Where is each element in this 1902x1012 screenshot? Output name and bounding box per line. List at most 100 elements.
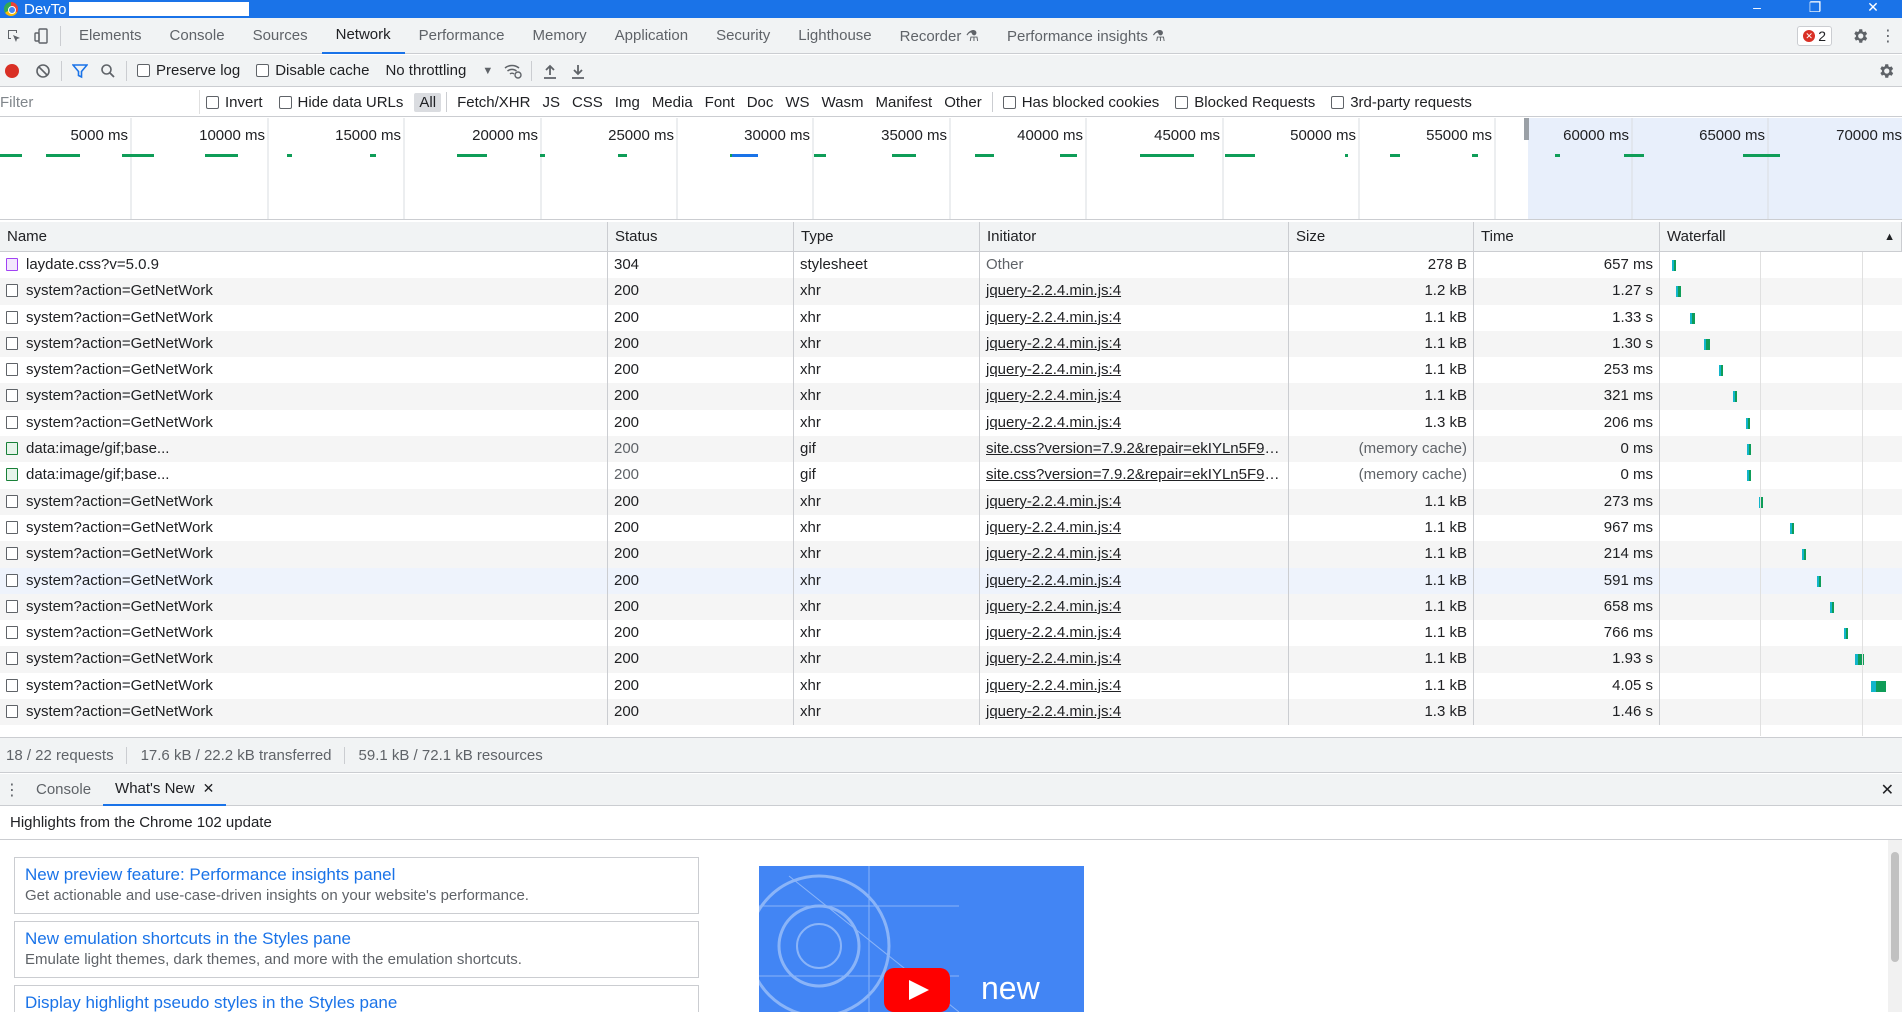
cell-name[interactable]: system?action=GetNetWork bbox=[0, 330, 608, 358]
record-button[interactable] bbox=[5, 63, 19, 78]
filter-type-other[interactable]: Other bbox=[939, 93, 987, 112]
column-header-type[interactable]: Type bbox=[794, 222, 980, 252]
cell-initiator[interactable]: jquery-2.2.4.min.js:4 bbox=[980, 620, 1289, 647]
column-header-initiator[interactable]: Initiator bbox=[980, 222, 1289, 252]
tab-elements[interactable]: Elements bbox=[65, 18, 156, 54]
network-overview[interactable]: 5000 ms 10000 ms 15000 ms 20000 ms 25000 ms 3… bbox=[0, 118, 1902, 220]
cell-waterfall[interactable] bbox=[1660, 462, 1902, 488]
filter-type-manifest[interactable]: Manifest bbox=[871, 93, 938, 112]
checkbox-box[interactable] bbox=[206, 95, 219, 109]
tab-console[interactable]: Console bbox=[156, 18, 239, 54]
filter-type-img[interactable]: Img bbox=[610, 93, 645, 112]
cell-waterfall[interactable] bbox=[1660, 646, 1902, 672]
minimize-button[interactable]: – bbox=[1728, 0, 1786, 18]
error-badge[interactable]: ✕ 2 bbox=[1797, 26, 1832, 46]
drawer-menu-icon[interactable]: ⋮ bbox=[0, 772, 24, 808]
table-row[interactable]: system?action=GetNetWork 200 xhr jquery-2.2… bbox=[0, 514, 1902, 542]
cell-waterfall[interactable] bbox=[1660, 699, 1902, 725]
cell-waterfall[interactable] bbox=[1660, 620, 1902, 646]
table-row[interactable]: system?action=GetNetWork 200 xhr jquery-2.2… bbox=[0, 330, 1902, 358]
waterfall-bar[interactable] bbox=[1802, 549, 1807, 561]
network-settings-gear-icon[interactable] bbox=[1872, 57, 1900, 85]
table-row[interactable]: system?action=GetNetWork 200 xhr jquery-2.2… bbox=[0, 646, 1902, 673]
import-har-icon[interactable] bbox=[536, 57, 564, 85]
waterfall-bar[interactable] bbox=[1746, 444, 1751, 456]
cell-initiator[interactable]: jquery-2.2.4.min.js:4 bbox=[980, 541, 1289, 568]
waterfall-bar[interactable] bbox=[1789, 522, 1794, 534]
tab-application[interactable]: Application bbox=[601, 18, 702, 54]
table-row[interactable]: system?action=GetNetWork 200 xhr jquery-2.2… bbox=[0, 278, 1902, 305]
table-row[interactable]: system?action=GetNetWork 200 xhr jquery-2.2… bbox=[0, 567, 1902, 594]
checkbox-box[interactable] bbox=[1331, 95, 1345, 109]
feature-card[interactable]: New emulation shortcuts in the Styles pa… bbox=[14, 921, 699, 978]
table-row[interactable]: system?action=GetNetWork 200 xhr jquery-2.2… bbox=[0, 593, 1902, 621]
close-window-button[interactable]: ✕ bbox=[1844, 0, 1902, 18]
waterfall-bar[interactable] bbox=[1844, 628, 1849, 640]
cell-name[interactable]: system?action=GetNetWork bbox=[0, 304, 608, 331]
cell-waterfall[interactable] bbox=[1660, 515, 1902, 541]
filter-icon[interactable] bbox=[66, 57, 94, 85]
checkbox-box[interactable] bbox=[278, 95, 292, 109]
cell-initiator[interactable]: jquery-2.2.4.min.js:4 bbox=[980, 488, 1289, 515]
filter-type-fetch-xhr[interactable]: Fetch/XHR bbox=[452, 93, 535, 112]
filter-type-media[interactable]: Media bbox=[647, 93, 698, 112]
cell-waterfall[interactable] bbox=[1660, 541, 1902, 567]
close-tab-icon[interactable]: ✕ bbox=[203, 780, 215, 797]
cell-name[interactable]: system?action=GetNetWork bbox=[0, 488, 608, 515]
cell-initiator[interactable]: jquery-2.2.4.min.js:4 bbox=[980, 514, 1289, 542]
feature-title[interactable]: New emulation shortcuts in the Styles pa… bbox=[25, 928, 688, 950]
waterfall-bar[interactable] bbox=[1689, 312, 1696, 324]
tab-performance[interactable]: Performance bbox=[405, 18, 519, 54]
device-toolbar-icon[interactable] bbox=[28, 18, 56, 54]
waterfall-bar[interactable] bbox=[1816, 575, 1821, 587]
cell-name[interactable]: system?action=GetNetWork bbox=[0, 514, 608, 542]
tab-memory[interactable]: Memory bbox=[519, 18, 601, 54]
waterfall-bar[interactable] bbox=[1676, 286, 1681, 298]
hide-data-urls-checkbox[interactable]: Hide data URLs bbox=[278, 94, 403, 111]
cell-name[interactable]: system?action=GetNetWork bbox=[0, 646, 608, 673]
cell-initiator[interactable]: jquery-2.2.4.min.js:4 bbox=[980, 383, 1289, 410]
checkbox-box[interactable] bbox=[1002, 95, 1016, 109]
cell-name[interactable]: system?action=GetNetWork bbox=[0, 567, 608, 594]
cell-initiator[interactable]: jquery-2.2.4.min.js:4 bbox=[980, 330, 1289, 358]
table-row[interactable]: system?action=GetNetWork 200 xhr jquery-2.2… bbox=[0, 304, 1902, 331]
cell-waterfall[interactable] bbox=[1660, 568, 1902, 594]
cell-initiator[interactable]: site.css?version=7.9.2&repair=ekIYLn5F9x… bbox=[980, 462, 1289, 489]
cell-name[interactable]: system?action=GetNetWork bbox=[0, 383, 608, 410]
cell-name[interactable]: data:image/gif;base... bbox=[0, 436, 608, 463]
export-har-icon[interactable] bbox=[564, 57, 592, 85]
checkbox-box[interactable] bbox=[1175, 95, 1189, 109]
filter-type-js[interactable]: JS bbox=[537, 93, 565, 112]
cell-initiator[interactable]: jquery-2.2.4.min.js:4 bbox=[980, 409, 1289, 437]
network-conditions-icon[interactable] bbox=[499, 57, 527, 85]
has-blocked-cookies-checkbox[interactable]: Has blocked cookies bbox=[1002, 94, 1159, 111]
table-row[interactable]: laydate.css?v=5.0.9 304 stylesheet Other 278… bbox=[0, 252, 1902, 279]
column-header-status[interactable]: Status bbox=[608, 222, 794, 252]
cell-waterfall[interactable] bbox=[1660, 410, 1902, 436]
table-row[interactable]: system?action=GetNetWork 200 xhr jquery-2.2… bbox=[0, 672, 1902, 700]
feature-card[interactable]: New preview feature: Performance insight… bbox=[14, 857, 699, 914]
video-thumbnail[interactable]: new bbox=[759, 866, 1084, 1012]
cell-name[interactable]: system?action=GetNetWork bbox=[0, 357, 608, 384]
checkbox-box[interactable] bbox=[256, 64, 270, 77]
filter-type-css[interactable]: CSS bbox=[567, 93, 608, 112]
cell-name[interactable]: laydate.css?v=5.0.9 bbox=[0, 252, 608, 279]
waterfall-bar[interactable] bbox=[1733, 391, 1738, 403]
preserve-log-checkbox[interactable]: Preserve log bbox=[137, 62, 240, 79]
table-row[interactable]: system?action=GetNetWork 200 xhr jquery-2.2… bbox=[0, 620, 1902, 647]
cell-initiator[interactable]: jquery-2.2.4.min.js:4 bbox=[980, 278, 1289, 305]
cell-waterfall[interactable] bbox=[1660, 489, 1902, 515]
scrollbar-thumb[interactable] bbox=[1891, 852, 1899, 962]
cell-initiator[interactable]: jquery-2.2.4.min.js:4 bbox=[980, 672, 1289, 700]
more-menu-icon[interactable]: ⋮ bbox=[1874, 18, 1902, 54]
cell-waterfall[interactable] bbox=[1660, 331, 1902, 357]
filter-type-font[interactable]: Font bbox=[700, 93, 740, 112]
column-header-time[interactable]: Time bbox=[1474, 222, 1660, 252]
tab-security[interactable]: Security bbox=[702, 18, 784, 54]
tab-lighthouse[interactable]: Lighthouse bbox=[784, 18, 885, 54]
cell-waterfall[interactable] bbox=[1660, 357, 1902, 383]
cell-name[interactable]: system?action=GetNetWork bbox=[0, 699, 608, 726]
waterfall-bar[interactable] bbox=[1746, 470, 1751, 482]
search-icon[interactable] bbox=[94, 57, 122, 85]
feature-title[interactable]: New preview feature: Performance insight… bbox=[25, 864, 688, 886]
